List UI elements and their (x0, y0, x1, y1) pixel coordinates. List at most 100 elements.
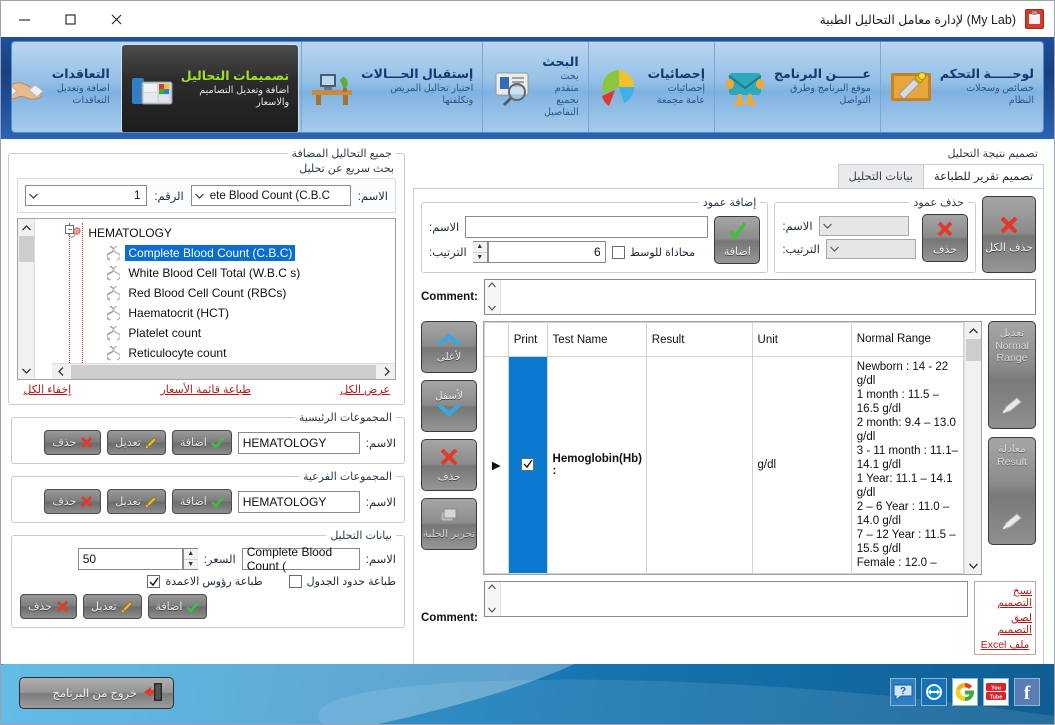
hide-all-link[interactable]: إخفاء الكل (23, 383, 71, 396)
scroll-up-arrow[interactable] (965, 322, 982, 339)
scroll-up-arrow[interactable] (488, 281, 497, 290)
sub-groups-name-input[interactable]: HEMATOLOGY (237, 490, 360, 513)
tests-tree[interactable]: − HEMATOLOGY Complete Blood Count (C.B.C… (17, 218, 396, 380)
scroll-thumb[interactable] (19, 236, 35, 262)
print-headers-checkbox[interactable] (147, 575, 161, 588)
move-up-button[interactable]: لأعلى (421, 321, 477, 373)
test-data-edit-button[interactable]: تعديل (82, 594, 142, 619)
facebook-icon[interactable]: f (1014, 678, 1040, 706)
comment-top-scrollbar[interactable] (484, 280, 501, 314)
minimize-button[interactable] (1, 2, 47, 36)
ribbon-item-reception[interactable]: إستقبال الحـــالات اختيار تحاليل المريض … (301, 42, 482, 132)
ribbon-item-contracts[interactable]: التعاقدات اضافة وتعديل التعاقدات (12, 42, 119, 132)
tab-print-report-design[interactable]: تصميم تقرير للطباعة (923, 164, 1044, 188)
price-decrement-button[interactable]: ▼ (184, 560, 198, 570)
grid-col-print[interactable]: Print (507, 322, 548, 357)
tree-vertical-scrollbar[interactable] (18, 219, 36, 379)
sub-groups-add-button[interactable]: اضافة (171, 489, 232, 514)
scroll-down-arrow[interactable] (18, 362, 35, 379)
edit-cell-button[interactable]: تحرير الخلية (421, 498, 477, 550)
scroll-thumb[interactable] (71, 364, 376, 379)
tab-test-data[interactable]: بيانات التحليل (837, 164, 924, 188)
sub-groups-delete-button[interactable]: حذف (44, 489, 102, 514)
main-groups-edit-button[interactable]: تعديل (107, 430, 166, 455)
scroll-down-arrow[interactable] (488, 304, 497, 313)
print-headers-checkbox-row[interactable]: طباعة رؤوس الاعمدة (147, 575, 263, 588)
tree-node-wbc[interactable]: White Blood Cell Total (W.B.C s) (39, 263, 391, 283)
grid-col-result[interactable]: Result (645, 322, 753, 357)
quick-search-name-combo[interactable]: ete Blood Count (C.B.C (190, 185, 351, 206)
result-formula-button[interactable]: معادلة Result (988, 437, 1036, 545)
grid-col-test-name[interactable]: Test Name (546, 322, 647, 357)
tree-node-reticulocyte[interactable]: Reticulocyte count (39, 343, 391, 363)
scroll-up-arrow[interactable] (18, 219, 35, 236)
grid-col-normal-range[interactable]: Normal Range (850, 322, 964, 357)
excel-file-link[interactable]: ملف Excel (981, 639, 1030, 651)
youtube-icon[interactable]: You Tube (983, 678, 1009, 706)
delete-all-columns-button[interactable]: حذف الكل (982, 196, 1036, 273)
ribbon-item-about[interactable]: عــــــن البرنامج موقع البرنامج وطرق الت… (713, 42, 880, 132)
exit-program-button[interactable]: خروج من البرنامج (19, 677, 174, 709)
print-borders-checkbox[interactable] (288, 575, 302, 588)
tree-node-cbc[interactable]: Complete Blood Count (C.B.C) (39, 243, 391, 263)
ribbon-item-statistics[interactable]: إحصائيات إحصائيات عامة مجمعة (587, 42, 714, 132)
close-button[interactable] (93, 2, 139, 36)
add-column-button[interactable]: اضافة (714, 215, 761, 264)
grid-col-indicator[interactable] (484, 322, 509, 357)
scroll-thumb[interactable] (966, 339, 981, 361)
main-groups-add-button[interactable]: اضافة (171, 430, 232, 455)
comment-top-input[interactable] (483, 279, 1036, 315)
edit-normal-range-button[interactable]: تعديل Normal Range (988, 321, 1036, 429)
order-increment-button[interactable]: ▲ (472, 242, 487, 253)
test-data-price-input[interactable]: 50 (77, 548, 183, 570)
sub-groups-edit-button[interactable]: تعديل (107, 489, 166, 514)
center-align-checkbox[interactable] (611, 245, 625, 259)
copy-design-link[interactable]: نسخ التصميم (978, 585, 1032, 609)
print-borders-checkbox-row[interactable]: طباعة حدود الجدول (288, 575, 396, 588)
tree-node-rbc[interactable]: Red Blood Cell Count (RBCs) (39, 283, 391, 303)
ribbon-item-search[interactable]: البحث بحث متقدم بجميع التفاصيل (482, 42, 587, 132)
google-icon[interactable] (952, 678, 978, 706)
center-align-checkbox-row[interactable]: محاذاة للوسط (611, 245, 695, 259)
scroll-up-arrow[interactable] (488, 583, 497, 592)
teamviewer-icon[interactable] (921, 678, 947, 706)
paste-design-link[interactable]: لصق التصميم (978, 612, 1032, 636)
show-all-link[interactable]: عرض الكل (340, 383, 390, 396)
main-groups-name-input[interactable]: HEMATOLOGY (237, 431, 360, 454)
delete-row-button[interactable]: حذف (421, 439, 477, 491)
delete-column-name-combo[interactable] (818, 216, 909, 236)
tree-node-platelet[interactable]: Platelet count (39, 323, 391, 343)
price-increment-button[interactable]: ▲ (183, 549, 198, 560)
delete-column-order-combo[interactable] (826, 239, 916, 259)
order-spin-buttons[interactable]: ▲ ▼ (472, 241, 488, 263)
grid-col-unit[interactable]: Unit (751, 322, 852, 357)
print-price-list-link[interactable]: طباعة قائمة الأسعار (160, 383, 250, 396)
order-decrement-button[interactable]: ▼ (473, 253, 487, 263)
ribbon-item-control-panel[interactable]: لوحـــــة التحكم خصائص وسجلات النظام (879, 42, 1043, 132)
tree-node-hct[interactable]: Haematocrit (HCT) (39, 303, 391, 323)
row-print-checkbox[interactable] (521, 457, 535, 471)
design-grid[interactable]: Print Test Name Result Unit Normal Range (483, 321, 982, 576)
price-spin-buttons[interactable]: ▲ ▼ (182, 548, 198, 570)
quick-search-number-combo[interactable]: 1 (25, 185, 148, 206)
test-data-add-button[interactable]: اضافة (147, 594, 208, 619)
add-column-name-input[interactable] (465, 216, 709, 238)
main-groups-delete-button[interactable]: حذف (44, 430, 102, 455)
table-row[interactable]: ▶ Hemoglobin(Hb) : g/dl Newborn: 14 - 2… (484, 355, 964, 575)
scroll-left-arrow[interactable] (52, 363, 69, 379)
move-down-button[interactable]: لأسفل (421, 380, 477, 432)
tree-horizontal-scrollbar[interactable] (52, 363, 395, 379)
tree-node-hematology[interactable]: HEMATOLOGY (39, 223, 391, 243)
maximize-button[interactable] (47, 2, 93, 36)
delete-column-button[interactable]: حذف (922, 213, 968, 262)
ribbon-item-test-designs[interactable]: تصميمات التحاليل اضافة وتعديل التصاميم و… (120, 44, 300, 132)
grid-vertical-scrollbar[interactable] (964, 322, 982, 575)
tree-collapse-icon[interactable]: − (65, 225, 75, 234)
row-print-cell[interactable] (507, 355, 548, 575)
scroll-down-arrow[interactable] (965, 557, 982, 574)
comment-bottom-input[interactable] (483, 581, 968, 618)
test-data-name-input[interactable]: Complete Blood Count ( (241, 545, 360, 573)
add-column-order-input[interactable]: 6 (487, 241, 606, 263)
help-icon[interactable]: ? (890, 678, 916, 706)
test-data-price-stepper[interactable]: ▲ ▼ 50 (77, 548, 198, 570)
